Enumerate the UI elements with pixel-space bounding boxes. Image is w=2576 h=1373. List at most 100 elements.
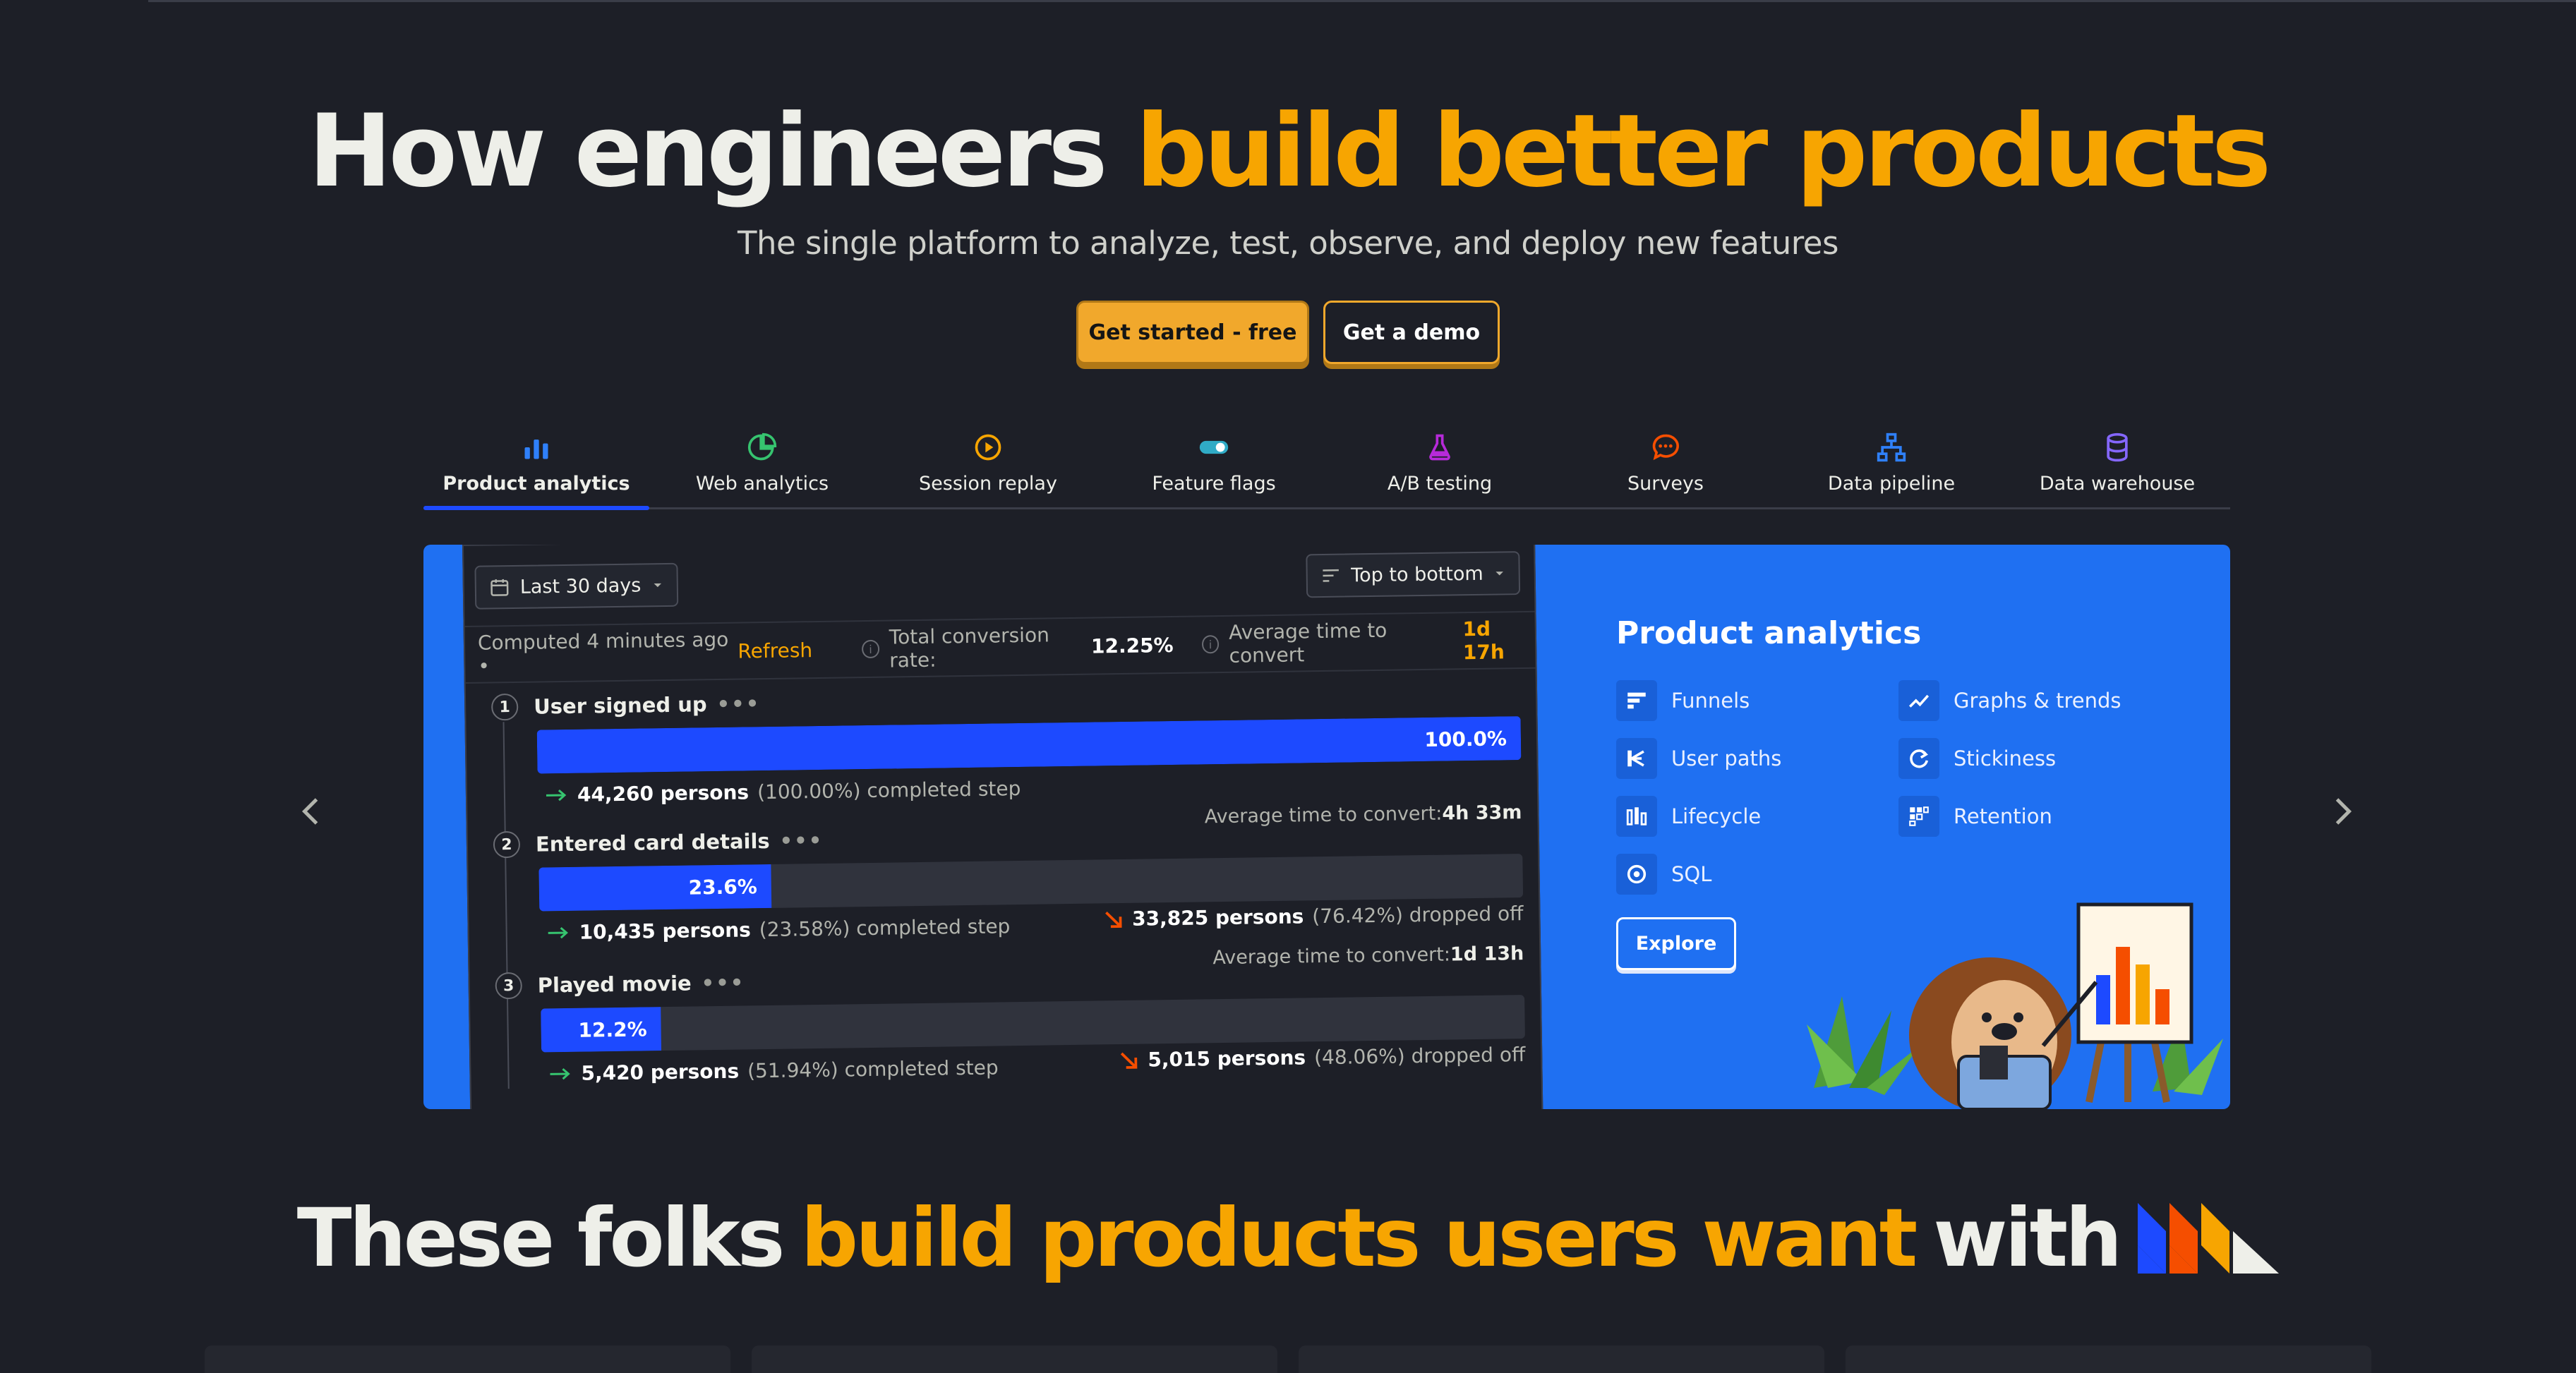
explore-button[interactable]: Explore — [1616, 917, 1736, 970]
customer-logo-card — [1846, 1345, 2371, 1373]
carousel-next-button[interactable] — [2325, 794, 2361, 829]
funnel-card: Last 30 days Top to bottom Computed 4 mi… — [462, 545, 1544, 1109]
computed-text: Computed 4 minutes ago • — [477, 627, 729, 678]
info-icon: i — [861, 639, 880, 659]
chat-bubble-icon — [1647, 429, 1684, 466]
funnel-step: 1 User signed up ••• 100.0% 44,260 person… — [466, 679, 1536, 806]
step-avg-time: Average time to convert:1d 13h — [1212, 943, 1524, 969]
arrow-right-icon — [546, 789, 567, 801]
step-number: 1 — [490, 693, 519, 721]
tab-session-replay[interactable]: Session replay — [875, 423, 1101, 507]
step-name: User signed up ••• — [533, 691, 761, 719]
avg-time-label: Average time to convert — [1228, 618, 1388, 667]
step-bar-fill: 100.0% — [536, 716, 1522, 774]
calendar-icon — [490, 579, 509, 596]
hedgehog-mascot-illustration — [1807, 902, 2223, 1109]
tab-product-analytics[interactable]: Product analytics — [423, 423, 649, 510]
order-dropdown[interactable]: Top to bottom — [1305, 551, 1521, 598]
pie-chart-icon — [744, 429, 781, 466]
user-paths-icon — [1616, 738, 1657, 779]
customers-heading: These folks build products users want wi… — [0, 1191, 2576, 1285]
more-icon[interactable]: ••• — [779, 828, 823, 853]
step-completed: 5,420 persons (51.94%) completed step — [548, 1056, 999, 1085]
tab-label: Product analytics — [443, 473, 630, 495]
step-completed: 10,435 persons (23.58%) completed step — [546, 914, 1011, 944]
hero-title-accent: build better products — [1136, 93, 2271, 210]
tab-label: Session replay — [919, 473, 1057, 495]
stickiness-icon — [1898, 738, 1939, 779]
posthog-logo-icon — [2138, 1202, 2280, 1274]
tab-label: Data warehouse — [2039, 473, 2196, 495]
bar-chart-icon — [518, 429, 555, 466]
lifecycle-icon — [1616, 796, 1657, 837]
sql-icon — [1616, 854, 1657, 895]
tab-surveys[interactable]: Surveys — [1553, 423, 1778, 507]
chevron-right-icon — [2335, 798, 2352, 825]
info-icon: i — [1201, 635, 1220, 654]
step-dropped: 33,825 persons (76.42%) dropped off — [1102, 902, 1524, 931]
step-completed: 44,260 persons (100.00%) completed step — [545, 777, 1021, 806]
funnel-step: 2 Entered card details ••• Average time t… — [468, 802, 1538, 944]
step-bar-track: 100.0% — [536, 716, 1522, 774]
more-icon[interactable]: ••• — [701, 970, 745, 995]
tab-label: Surveys — [1627, 473, 1704, 495]
arrow-down-right-icon — [1105, 911, 1122, 928]
pipeline-icon — [1873, 429, 1910, 466]
total-conversion-value: 12.25% — [1090, 633, 1174, 658]
tab-label: Data pipeline — [1827, 473, 1956, 495]
date-range-label: Last 30 days — [519, 574, 642, 598]
tab-label: Web analytics — [695, 473, 829, 495]
funnel-step: 3 Played movie ••• Average time to conver… — [469, 943, 1539, 1085]
step-bar-track: 12.2% — [541, 995, 1525, 1053]
steps-connector — [502, 722, 510, 1089]
tab-data-warehouse[interactable]: Data warehouse — [2004, 423, 2230, 507]
chevron-down-icon — [654, 583, 661, 588]
arrow-right-icon — [548, 926, 568, 938]
get-started-button[interactable]: Get started - free — [1076, 301, 1309, 364]
feature-lifecycle[interactable]: Lifecycle — [1616, 796, 1898, 837]
hero-title: How engineers build better products — [0, 99, 2576, 204]
tab-ab-testing[interactable]: A/B testing — [1327, 423, 1553, 507]
get-demo-button[interactable]: Get a demo — [1323, 301, 1500, 364]
feature-funnels[interactable]: Funnels — [1616, 680, 1898, 721]
chevron-left-icon — [301, 798, 318, 825]
chevron-down-icon — [1495, 571, 1503, 576]
tab-web-analytics[interactable]: Web analytics — [649, 423, 875, 507]
order-label: Top to bottom — [1351, 562, 1483, 586]
refresh-link[interactable]: Refresh — [738, 639, 812, 663]
tab-label: Feature flags — [1152, 473, 1276, 495]
step-avg-time: Average time to convert:4h 33m — [1204, 802, 1522, 828]
feature-retention[interactable]: Retention — [1898, 796, 2181, 837]
feature-panel: Last 30 days Top to bottom Computed 4 mi… — [423, 545, 2230, 1109]
feature-graphs-trends[interactable]: Graphs & trends — [1898, 680, 2181, 721]
customer-logo-card — [205, 1345, 730, 1373]
top-border — [148, 0, 2576, 2]
step-number: 3 — [495, 972, 522, 1000]
more-icon[interactable]: ••• — [716, 691, 760, 716]
tab-feature-flags[interactable]: Feature flags — [1101, 423, 1327, 507]
customers-heading-accent: build products users want — [800, 1191, 1918, 1285]
funnel-steps: 1 User signed up ••• 100.0% 44,260 person… — [466, 679, 1536, 1089]
carousel-prev-button[interactable] — [293, 794, 328, 829]
tab-label: A/B testing — [1387, 473, 1493, 495]
step-name: Played movie ••• — [537, 970, 745, 998]
arrow-right-icon — [550, 1067, 570, 1079]
step-number: 2 — [493, 830, 521, 859]
retention-icon — [1898, 796, 1939, 837]
avg-time-value: 1d 17h — [1462, 617, 1505, 665]
step-bar-track: 23.6% — [538, 854, 1524, 912]
toggle-icon — [1196, 429, 1232, 466]
panel-title: Product analytics — [1616, 615, 1922, 651]
customers-heading-with: with — [1933, 1191, 2122, 1285]
cta-row: Get started - free Get a demo — [0, 301, 2576, 364]
feature-stickiness[interactable]: Stickiness — [1898, 738, 2181, 779]
tab-data-pipeline[interactable]: Data pipeline — [1778, 423, 2004, 507]
step-bar-fill: 12.2% — [541, 1007, 662, 1053]
total-conversion-label: Total conversion rate: — [889, 623, 1050, 672]
funnel-icon — [1616, 680, 1657, 721]
customer-logo-card — [1299, 1345, 1824, 1373]
feature-user-paths[interactable]: User paths — [1616, 738, 1898, 779]
step-bar-fill: 23.6% — [538, 864, 772, 912]
hero-subtitle: The single platform to analyze, test, ob… — [738, 224, 1838, 262]
date-range-dropdown[interactable]: Last 30 days — [474, 562, 678, 610]
